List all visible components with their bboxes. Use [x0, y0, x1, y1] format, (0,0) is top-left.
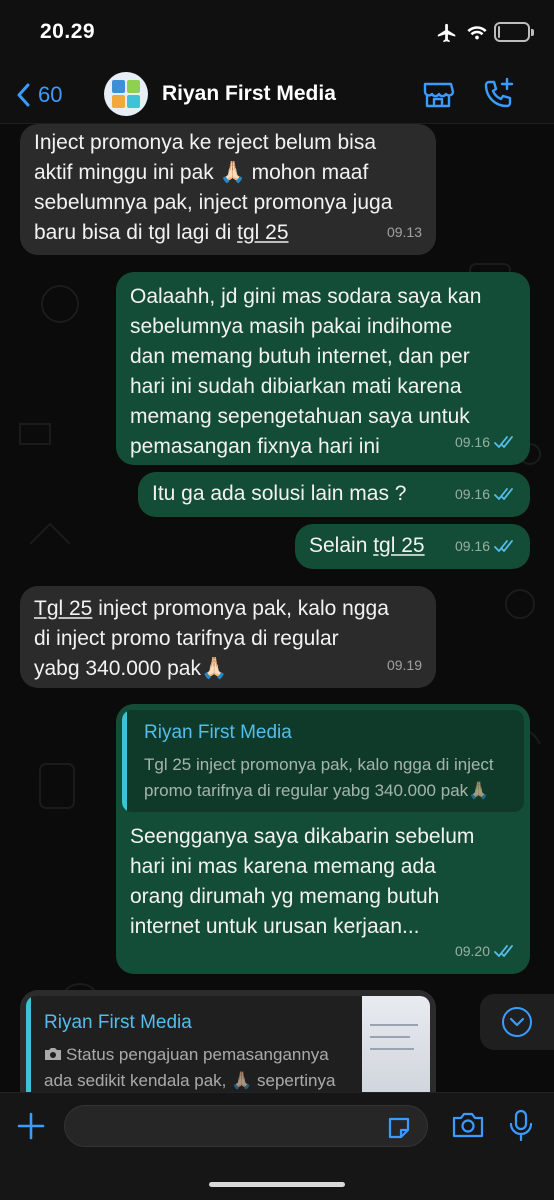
chevron-down-icon [502, 1007, 532, 1037]
message-line: orang dirumah yg memang butuh [130, 885, 440, 908]
quoted-sender: Riyan First Media [144, 722, 292, 743]
message-line: dan memang butuh internet, dan per [130, 345, 470, 368]
read-ticks-icon [494, 945, 513, 957]
status-time: 20.29 [40, 20, 96, 43]
message-line: Seengganya saya dikabarin sebelum [130, 825, 475, 848]
quoted-image-thumbnail [362, 996, 430, 1092]
chat-header: 60 Riyan First Media [0, 66, 554, 124]
message-line: Inject promonya ke reject belum bisa [34, 131, 376, 154]
message-meta: 09.16 [455, 479, 516, 509]
unread-count: 60 [38, 82, 63, 107]
message-bubble[interactable]: Inject promonya ke reject belum bisa akt… [20, 124, 436, 255]
message-line: baru bisa di tgl lagi di [34, 221, 238, 244]
message-time: 09.16 [454, 434, 490, 450]
read-ticks-icon [494, 540, 513, 552]
quoted-message[interactable]: Riyan First Media Tgl 25 inject promonya… [122, 710, 524, 812]
quoted-text: Tgl 25 inject promonya pak, kalo ngga di… [144, 755, 494, 800]
message-line: inject promonya pak, kalo ngga [92, 597, 389, 620]
message-line: yabg 340.000 pak🙏🏻 [34, 657, 228, 680]
message-meta: 09.16 [455, 531, 516, 561]
message-bubble[interactable]: Tgl 25 inject promonya pak, kalo ngga di… [20, 586, 436, 688]
message-meta: 09.20 [455, 936, 516, 966]
read-ticks-icon [494, 436, 513, 448]
scroll-to-bottom-button[interactable] [480, 994, 554, 1050]
read-ticks-icon [494, 488, 513, 500]
store-icon[interactable] [420, 76, 456, 117]
contact-name[interactable]: Riyan First Media [162, 82, 336, 106]
message-line: sebelumnya masih pakai indihome [130, 315, 453, 338]
avatar[interactable] [104, 72, 148, 116]
date-link[interactable]: tgl 25 [237, 221, 288, 244]
message-line: hari ini mas karena memang ada [130, 855, 436, 878]
plus-icon[interactable] [16, 1111, 46, 1146]
message-bubble[interactable]: Itu ga ada solusi lain mas ? 09.16 [138, 472, 530, 517]
battery-percent: 7 [508, 24, 516, 39]
message-line: aktif minggu ini pak 🙏🏻 mohon maaf [34, 161, 369, 184]
message-text: Itu ga ada solusi lain mas ? [152, 482, 407, 505]
mic-icon[interactable] [508, 1109, 534, 1148]
quoted-message[interactable]: Riyan First Media Status pengajuan pemas… [26, 996, 430, 1092]
message-line: hari ini sudah dibiarkan mati karena [130, 375, 462, 398]
quoted-sender: Riyan First Media [44, 1012, 192, 1033]
message-time: 09.16 [454, 538, 490, 554]
sticker-icon[interactable] [386, 1115, 412, 1146]
date-link[interactable]: tgl 25 [373, 534, 424, 557]
home-indicator [209, 1182, 345, 1187]
message-time: 09.20 [454, 943, 490, 959]
message-text: Selain [309, 534, 374, 557]
message-bubble[interactable]: Riyan First Media Tgl 25 inject promonya… [116, 704, 530, 974]
message-time: 09.19 [386, 657, 422, 673]
quoted-text: Status pengajuan pemasangannya ada sedik… [44, 1045, 336, 1090]
message-bubble[interactable]: Oalaahh, jd gini mas sodara saya kan seb… [116, 272, 530, 465]
camera-icon[interactable] [452, 1111, 484, 1144]
message-line: di inject promo tarifnya di regular [34, 627, 339, 650]
message-bubble[interactable]: Riyan First Media Status pengajuan pemas… [20, 990, 436, 1092]
message-list[interactable]: Inject promonya ke reject belum bisa akt… [0, 124, 554, 1092]
phone-add-icon[interactable] [480, 76, 516, 117]
message-time: 09.13 [386, 224, 422, 240]
battery-icon: 7 [494, 22, 534, 42]
back-button[interactable]: 60 [16, 80, 62, 110]
status-bar: 20.29 7 [0, 0, 554, 66]
message-input[interactable] [64, 1105, 428, 1147]
date-link[interactable]: Tgl 25 [34, 597, 92, 620]
message-time: 09.16 [454, 486, 490, 502]
message-line: Oalaahh, jd gini mas sodara saya kan [130, 285, 482, 308]
camera-small-icon [45, 1048, 61, 1060]
message-bubble[interactable]: Selain tgl 25 09.16 [295, 524, 530, 569]
chevron-left-icon [17, 83, 30, 107]
message-line: sebelumnya pak, inject promonya juga [34, 191, 393, 214]
wifi-icon [466, 22, 488, 47]
airplane-icon [436, 22, 458, 49]
message-meta: 09.13 [387, 217, 422, 247]
message-meta: 09.16 [455, 427, 516, 457]
message-meta: 09.19 [387, 650, 422, 680]
